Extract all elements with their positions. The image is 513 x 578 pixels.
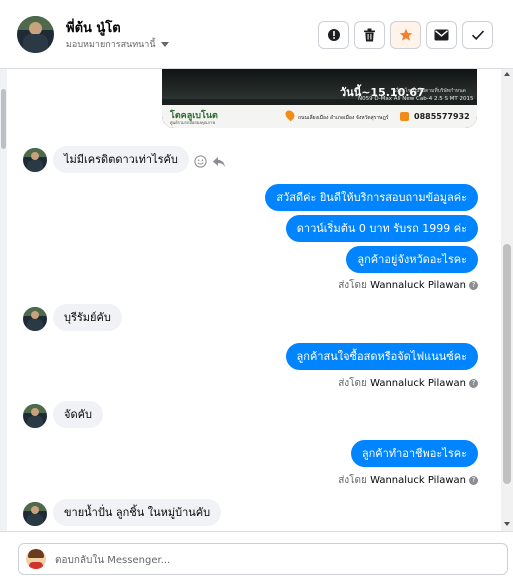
trash-icon bbox=[364, 28, 375, 42]
page-avatar bbox=[26, 549, 46, 569]
conversation-header: พี่ต้น นู๋โต มอบหมายการสนทนานี้ bbox=[0, 0, 513, 69]
left-scrollbar[interactable] bbox=[0, 69, 7, 531]
scroll-up-arrow-icon[interactable] bbox=[504, 72, 510, 76]
outgoing-message[interactable]: ลูกค้าสนใจซื้อสดหรือจัดไฟแนนซ์คะ bbox=[285, 343, 478, 370]
message-thread[interactable]: วันนี้~15.10.67 *เงื่อนไขเป็นไปตามที่บริ… bbox=[0, 69, 503, 531]
banner-phone: 0885577932 bbox=[414, 112, 470, 121]
thread-scrollbar[interactable] bbox=[501, 69, 513, 531]
outgoing-message[interactable]: ลูกค้าทำอาชีพอะไรคะ bbox=[350, 440, 478, 467]
reply-box[interactable] bbox=[18, 543, 508, 575]
message-actions bbox=[194, 155, 226, 168]
outgoing-message[interactable]: สวัสดีค่ะ ยินดีให้บริการสอบถามข้อมูลค่ะ bbox=[265, 184, 478, 211]
outgoing-message[interactable]: ดาวน์เริ่มต้น 0 บาท รับรถ 1999 ค่ะ bbox=[285, 215, 478, 242]
agent-name[interactable]: Wannaluck Pilawan bbox=[370, 475, 466, 486]
emoji-react-icon[interactable] bbox=[194, 155, 207, 168]
banner-address: ถนนเลี่ยงเมือง อำเภอเมือง จังหวัดสุราษฎร… bbox=[298, 115, 389, 121]
agent-name[interactable]: Wannaluck Pilawan bbox=[370, 378, 466, 389]
scrollbar-thumb[interactable] bbox=[503, 244, 511, 484]
outgoing-message[interactable]: ลูกค้าอยู่จังหวัดอะไรคะ bbox=[346, 246, 478, 273]
star-icon bbox=[399, 28, 412, 41]
star-button[interactable] bbox=[390, 21, 421, 49]
contact-avatar[interactable] bbox=[17, 16, 54, 53]
sent-by-label: ส่งโดย Wannaluck Pilawan? bbox=[338, 278, 478, 293]
done-button[interactable] bbox=[462, 21, 493, 49]
sent-by-label: ส่งโดย Wannaluck Pilawan? bbox=[338, 376, 478, 391]
incoming-message[interactable]: ไม่มีเครดิตดาวเท่าไรคับ bbox=[53, 146, 189, 173]
reply-composer bbox=[0, 531, 513, 578]
shared-image-banner[interactable]: วันนี้~15.10.67 *เงื่อนไขเป็นไปตามที่บริ… bbox=[162, 69, 477, 128]
banner-fine-print: *เงื่อนไขเป็นไปตามที่บริษัทกำหนด bbox=[392, 88, 466, 94]
delete-button[interactable] bbox=[354, 21, 385, 49]
assign-conversation-label: มอบหมายการสนทนานี้ bbox=[66, 40, 156, 50]
help-icon[interactable]: ? bbox=[469, 475, 478, 485]
alert-circle-icon bbox=[327, 29, 340, 41]
contact-avatar-small bbox=[23, 148, 47, 172]
help-icon[interactable]: ? bbox=[469, 378, 478, 388]
incoming-message[interactable]: บุรีรัมย์คับ bbox=[53, 304, 122, 331]
incoming-message[interactable]: ขายน้ำปั่น ลูกชิ้น ในหมู่บ้านคับ bbox=[53, 499, 222, 526]
banner-model: N059 D-Max All New Cab-4 2.5 S MT 2015 bbox=[358, 96, 474, 102]
scroll-down-arrow-icon[interactable] bbox=[504, 522, 510, 526]
banner-logo-sub: ศูนย์รวมรถมือสองคุณภาพ bbox=[170, 120, 215, 125]
agent-name[interactable]: Wannaluck Pilawan bbox=[370, 280, 466, 291]
reply-icon[interactable] bbox=[212, 156, 226, 168]
mark-unread-button[interactable] bbox=[426, 21, 457, 49]
contact-avatar-small bbox=[23, 307, 47, 331]
contact-avatar-small bbox=[23, 502, 47, 526]
report-button[interactable] bbox=[318, 21, 349, 49]
sent-by-label: ส่งโดย Wannaluck Pilawan? bbox=[338, 473, 478, 488]
reply-input[interactable] bbox=[55, 552, 495, 568]
incoming-message[interactable]: จัดคับ bbox=[53, 401, 103, 428]
contact-avatar-small bbox=[23, 404, 47, 428]
assign-conversation-dropdown[interactable]: มอบหมายการสนทนานี้ bbox=[66, 37, 169, 51]
phone-icon bbox=[400, 112, 409, 121]
help-icon[interactable]: ? bbox=[469, 280, 478, 290]
check-icon bbox=[471, 30, 484, 40]
caret-down-icon bbox=[160, 42, 169, 47]
contact-name[interactable]: พี่ต้น นู๋โต bbox=[66, 17, 121, 38]
envelope-icon bbox=[434, 29, 449, 41]
